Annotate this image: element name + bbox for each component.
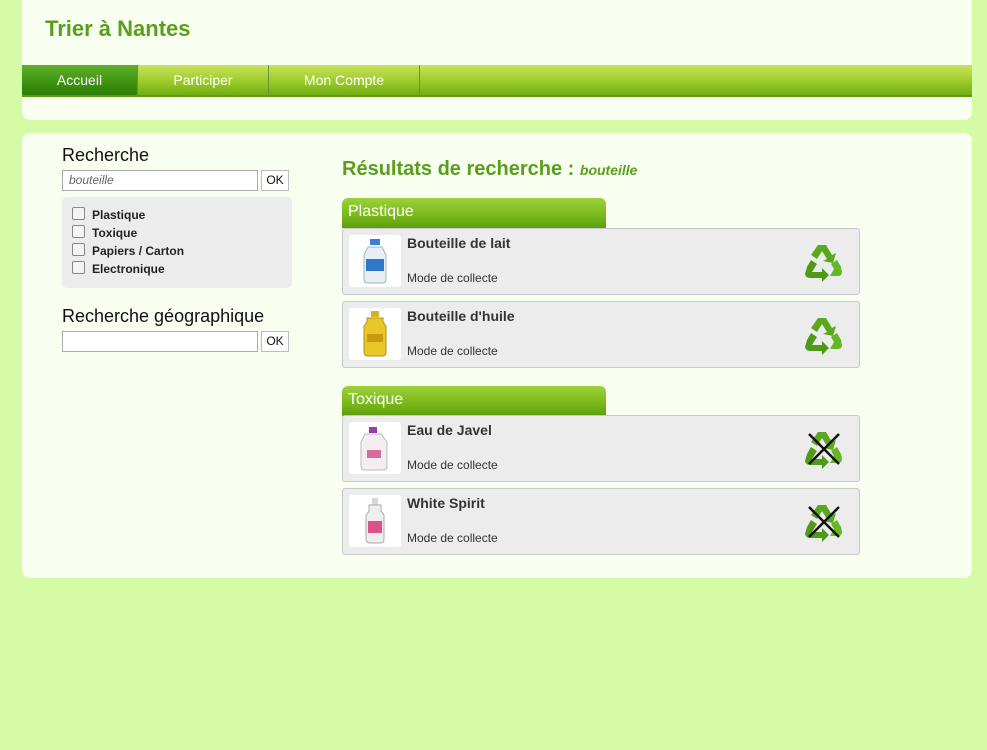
item-mode[interactable]: Mode de collecte bbox=[407, 458, 498, 472]
checkbox[interactable] bbox=[72, 243, 85, 256]
recycle-icon bbox=[803, 241, 845, 283]
oil-bottle-icon bbox=[349, 308, 401, 360]
checkbox[interactable] bbox=[72, 225, 85, 238]
checkbox[interactable] bbox=[72, 261, 85, 274]
item-mode[interactable]: Mode de collecte bbox=[407, 271, 498, 285]
checkbox[interactable] bbox=[72, 207, 85, 220]
main-nav: Accueil Participer Mon Compte bbox=[22, 65, 972, 97]
item-name[interactable]: Eau de Javel bbox=[407, 422, 492, 438]
search-label: Recherche bbox=[62, 145, 150, 165]
main-panel: Recherche bouteille OK Plastique Toxique… bbox=[22, 133, 972, 578]
item-name[interactable]: Bouteille de lait bbox=[407, 235, 510, 251]
filter-label: Electronique bbox=[92, 262, 165, 276]
results-title-label: Résultats de recherche : bbox=[342, 158, 575, 180]
geo-search-label: Recherche géographique bbox=[62, 306, 265, 326]
white-spirit-bottle-icon bbox=[349, 495, 401, 547]
result-item[interactable]: Eau de Javel Mode de collecte bbox=[342, 415, 860, 482]
item-mode[interactable]: Mode de collecte bbox=[407, 344, 498, 358]
item-name[interactable]: White Spirit bbox=[407, 495, 485, 511]
result-item[interactable]: White Spirit Mode de collecte bbox=[342, 488, 860, 555]
milk-bottle-icon bbox=[349, 235, 401, 287]
geo-search-ok-button[interactable]: OK bbox=[261, 331, 289, 352]
nav-item-mon-compte[interactable]: Mon Compte bbox=[269, 65, 420, 95]
item-mode[interactable]: Mode de collecte bbox=[407, 531, 498, 545]
search-ok-button[interactable]: OK bbox=[261, 170, 289, 191]
filter-label: Toxique bbox=[92, 226, 138, 240]
results-title: Résultats de recherche : bouteille bbox=[342, 158, 637, 181]
not-recyclable-icon bbox=[803, 501, 845, 543]
result-item[interactable]: Bouteille d'huile Mode de collecte bbox=[342, 301, 860, 368]
site-title[interactable]: Trier à Nantes bbox=[45, 16, 191, 42]
bleach-bottle-icon bbox=[349, 422, 401, 474]
not-recyclable-icon bbox=[803, 428, 845, 470]
filter-label: Papiers / Carton bbox=[92, 244, 185, 258]
nav-item-accueil[interactable]: Accueil bbox=[22, 65, 138, 95]
nav-item-participer[interactable]: Participer bbox=[138, 65, 269, 95]
filter-box: Plastique Toxique Papiers / Carton Elect… bbox=[62, 197, 292, 288]
item-name[interactable]: Bouteille d'huile bbox=[407, 308, 515, 324]
results-query: bouteille bbox=[579, 162, 638, 178]
header-panel: Trier à Nantes Accueil Participer Mon Co… bbox=[22, 0, 972, 120]
result-item[interactable]: Bouteille de lait Mode de collecte bbox=[342, 228, 860, 295]
filter-label: Plastique bbox=[92, 208, 146, 222]
geo-search-input[interactable] bbox=[62, 331, 258, 352]
category-header-plastique: Plastique bbox=[342, 198, 606, 228]
category-header-toxique: Toxique bbox=[342, 386, 606, 416]
search-input[interactable]: bouteille bbox=[62, 170, 258, 191]
recycle-icon bbox=[803, 314, 845, 356]
